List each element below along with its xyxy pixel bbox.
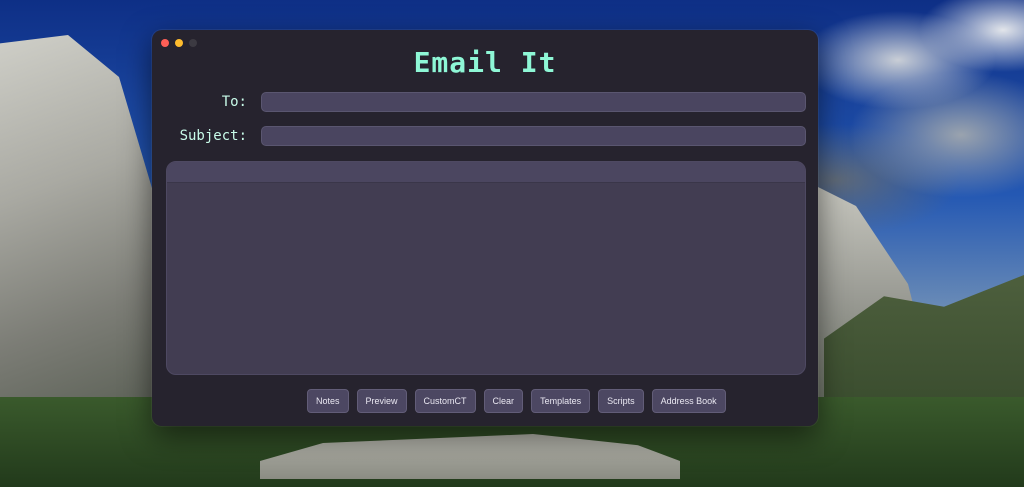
app-title: Email It xyxy=(413,46,557,79)
scripts-button[interactable]: Scripts xyxy=(598,389,644,413)
notes-button[interactable]: Notes xyxy=(307,389,349,413)
to-label: To: xyxy=(221,94,247,110)
clear-button[interactable]: Clear xyxy=(483,389,524,413)
action-button-bar: Notes Preview CustomCT Clear Templates S… xyxy=(307,389,726,413)
subject-row: Subject: xyxy=(152,125,806,147)
preview-button[interactable]: Preview xyxy=(356,389,407,413)
address-book-button[interactable]: Address Book xyxy=(651,389,726,413)
customct-button[interactable]: CustomCT xyxy=(414,389,476,413)
to-input[interactable] xyxy=(261,92,806,112)
message-body-area xyxy=(166,161,806,375)
subject-label: Subject: xyxy=(179,128,247,144)
subject-input[interactable] xyxy=(261,126,806,146)
templates-button[interactable]: Templates xyxy=(531,389,591,413)
to-row: To: xyxy=(152,91,806,113)
message-body-textarea[interactable] xyxy=(167,183,805,374)
message-body-header xyxy=(167,162,805,183)
email-it-window: Email It To: Subject: Notes Preview Cust… xyxy=(152,30,818,426)
